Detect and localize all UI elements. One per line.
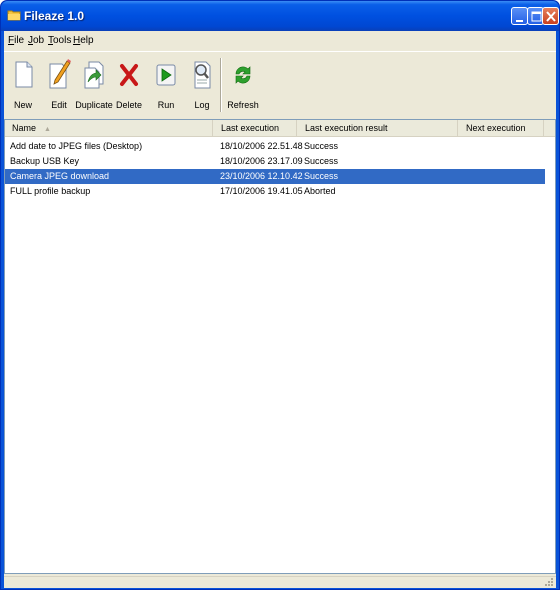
duplicate-icon (84, 61, 104, 89)
menu-help[interactable]: Help (73, 35, 94, 46)
status-bar (4, 576, 556, 588)
cell-name: Camera JPEG download (10, 171, 110, 181)
jobs-list[interactable]: Name ▲ Last execution Last execution resu… (4, 119, 556, 574)
column-next-execution-header[interactable]: Next execution (458, 120, 544, 136)
cell-last-execution: 18/10/2006 22.51.48 (220, 141, 303, 151)
close-icon (546, 11, 556, 22)
title-bar[interactable]: Fileaze 1.0 (1, 1, 559, 31)
close-button[interactable] (542, 7, 559, 25)
menu-job[interactable]: Job (28, 35, 44, 46)
list-header: Name ▲ Last execution Last execution resu… (5, 120, 555, 137)
column-last-result-header[interactable]: Last execution result (297, 120, 458, 136)
cell-result: Aborted (304, 186, 336, 196)
log-label: Log (194, 100, 210, 110)
refresh-icon (235, 66, 251, 84)
column-name-header[interactable]: Name ▲ (5, 120, 213, 136)
table-row[interactable]: Add date to JPEG files (Desktop) 18/10/2… (5, 139, 545, 154)
cell-name: Add date to JPEG files (Desktop) (10, 141, 143, 151)
run-button[interactable]: Run (149, 58, 183, 114)
cell-result: Success (304, 171, 339, 181)
toolbar: New Edit Duplicate Delete Run Log Refres… (4, 51, 556, 118)
delete-button[interactable]: Delete (112, 58, 146, 114)
resize-grip-icon[interactable] (544, 577, 554, 587)
log-button[interactable]: Log (185, 58, 219, 114)
column-name-label: Name (12, 123, 37, 133)
cell-last-execution: 18/10/2006 23.17.09 (220, 156, 303, 166)
column-last-execution-header[interactable]: Last execution (213, 120, 297, 136)
menu-tools[interactable]: Tools (48, 35, 71, 46)
menu-bar: File Job Tools Help (4, 31, 556, 51)
app-window: Fileaze 1.0 File Job Tools Help New Edit… (0, 0, 560, 590)
sort-ascending-icon: ▲ (44, 126, 51, 133)
table-row-selected[interactable]: Camera JPEG download 23/10/2006 12.10.42… (5, 169, 545, 184)
delete-x-icon (120, 64, 138, 86)
table-row[interactable]: Backup USB Key 18/10/2006 23.17.09 Succe… (5, 154, 545, 169)
menu-file[interactable]: File (8, 35, 24, 46)
run-play-icon (156, 64, 176, 86)
cell-result: Success (304, 156, 339, 166)
refresh-button[interactable]: Refresh (226, 58, 260, 114)
minimize-button[interactable] (511, 7, 528, 25)
edit-pencil-icon (49, 59, 71, 89)
log-magnifier-icon (194, 61, 211, 89)
refresh-label: Refresh (227, 100, 259, 110)
cell-name: Backup USB Key (10, 156, 80, 166)
cell-name: FULL profile backup (10, 186, 91, 196)
new-button[interactable]: New (6, 58, 40, 114)
table-row[interactable]: FULL profile backup 17/10/2006 19.41.05 … (5, 184, 545, 199)
cell-last-execution: 17/10/2006 19.41.05 (220, 186, 303, 196)
cell-result: Success (304, 141, 339, 151)
client-area: File Job Tools Help New Edit Duplicate D… (4, 31, 556, 588)
window-title: Fileaze 1.0 (24, 9, 85, 23)
folder-app-icon (7, 10, 21, 21)
cell-last-execution: 23/10/2006 12.10.42 (220, 171, 303, 181)
new-document-icon (15, 61, 33, 88)
